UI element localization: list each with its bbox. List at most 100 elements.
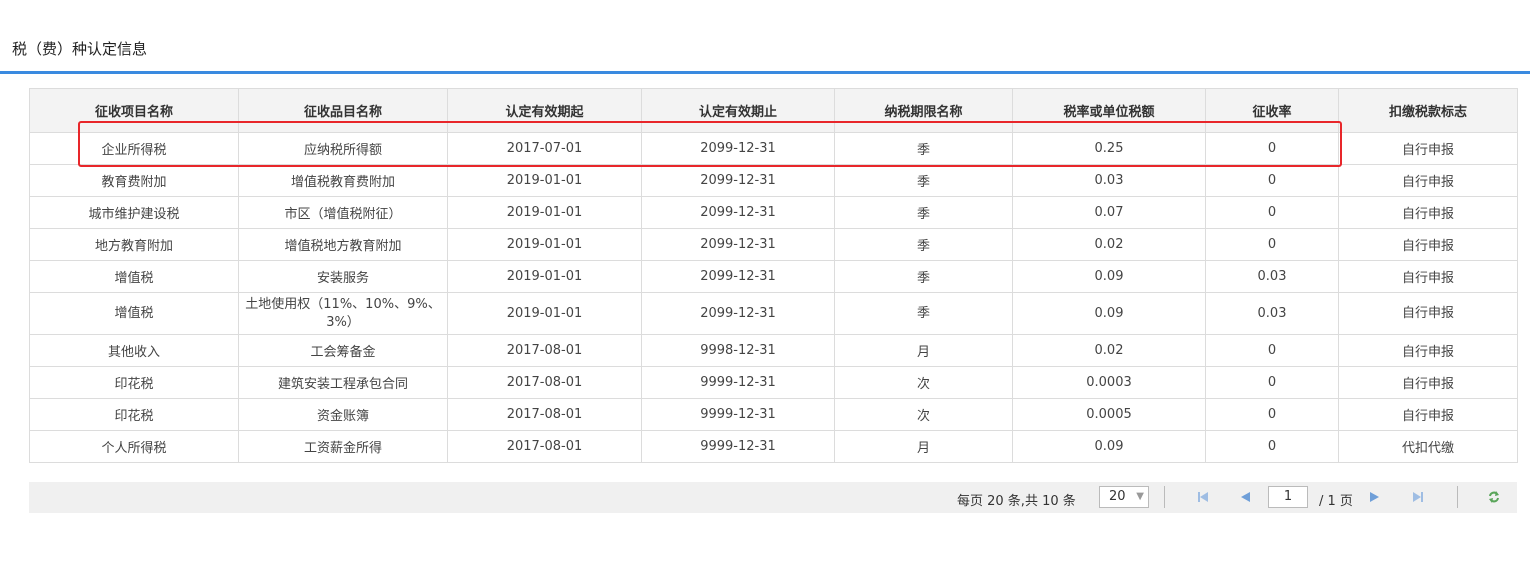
page-size-select[interactable]: 20 ▼ bbox=[1099, 486, 1149, 508]
table-cell: 2099-12-31 bbox=[641, 228, 835, 261]
column-header[interactable]: 认定有效期起 bbox=[447, 88, 642, 133]
table-cell: 次 bbox=[834, 398, 1013, 431]
column-header[interactable]: 扣缴税款标志 bbox=[1338, 88, 1518, 133]
prev-page-icon[interactable] bbox=[1237, 488, 1253, 506]
table-cell: 工资薪金所得 bbox=[238, 430, 448, 463]
table-cell: 季 bbox=[834, 196, 1013, 229]
column-header[interactable]: 征收项目名称 bbox=[29, 88, 239, 133]
total-pages: / 1 页 bbox=[1319, 494, 1353, 509]
table-cell: 教育费附加 bbox=[29, 164, 239, 197]
table-cell: 自行申报 bbox=[1338, 292, 1518, 335]
table-cell: 0 bbox=[1205, 334, 1339, 367]
table-cell: 个人所得税 bbox=[29, 430, 239, 463]
table-row[interactable]: 印花税 资金账簿 2017-08-01 9999-12-31 次 0.0005 … bbox=[29, 398, 1518, 431]
table-cell: 自行申报 bbox=[1338, 132, 1518, 165]
column-header[interactable]: 认定有效期止 bbox=[641, 88, 835, 133]
table-cell: 0 bbox=[1205, 228, 1339, 261]
pagination-bar: 每页 20 条,共 10 条 20 ▼ 1 / 1 页 bbox=[29, 482, 1517, 513]
table-cell: 增值税 bbox=[29, 260, 239, 293]
table-cell: 0.07 bbox=[1012, 196, 1206, 229]
table-cell: 企业所得税 bbox=[29, 132, 239, 165]
table-cell: 印花税 bbox=[29, 366, 239, 399]
table-cell: 2099-12-31 bbox=[641, 164, 835, 197]
table-row[interactable]: 城市维护建设税 市区（增值税附征） 2019-01-01 2099-12-31 … bbox=[29, 196, 1518, 229]
next-page-icon[interactable] bbox=[1367, 488, 1383, 506]
table-row[interactable]: 其他收入 工会筹备金 2017-08-01 9998-12-31 月 0.02 … bbox=[29, 334, 1518, 367]
column-header[interactable]: 征收品目名称 bbox=[238, 88, 448, 133]
table-cell: 自行申报 bbox=[1338, 164, 1518, 197]
table-row[interactable]: 印花税 建筑安装工程承包合同 2017-08-01 9999-12-31 次 0… bbox=[29, 366, 1518, 399]
chevron-down-icon: ▼ bbox=[1136, 491, 1144, 502]
table-cell: 城市维护建设税 bbox=[29, 196, 239, 229]
table-cell: 0.03 bbox=[1205, 260, 1339, 293]
table-cell: 0.03 bbox=[1205, 292, 1339, 335]
section-title: 税（费）种认定信息 bbox=[12, 40, 148, 58]
table-cell: 0.09 bbox=[1012, 260, 1206, 293]
table-cell: 2019-01-01 bbox=[447, 292, 642, 335]
table-cell: 0.03 bbox=[1012, 164, 1206, 197]
pagination-info: 每页 20 条,共 10 条 bbox=[957, 494, 1076, 509]
table-cell: 2019-01-01 bbox=[447, 228, 642, 261]
table-cell: 2019-01-01 bbox=[447, 196, 642, 229]
table-cell: 建筑安装工程承包合同 bbox=[238, 366, 448, 399]
table-cell: 月 bbox=[834, 334, 1013, 367]
table-cell: 0 bbox=[1205, 430, 1339, 463]
column-header[interactable]: 纳税期限名称 bbox=[834, 88, 1013, 133]
table-row[interactable]: 个人所得税 工资薪金所得 2017-08-01 9999-12-31 月 0.0… bbox=[29, 430, 1518, 463]
table-cell: 2099-12-31 bbox=[641, 292, 835, 335]
table-cell: 0.0003 bbox=[1012, 366, 1206, 399]
column-header[interactable]: 征收率 bbox=[1205, 88, 1339, 133]
table-cell: 工会筹备金 bbox=[238, 334, 448, 367]
table-cell: 0 bbox=[1205, 366, 1339, 399]
table-cell: 自行申报 bbox=[1338, 398, 1518, 431]
refresh-icon[interactable] bbox=[1486, 488, 1502, 506]
table-cell: 0 bbox=[1205, 196, 1339, 229]
table-cell: 2099-12-31 bbox=[641, 260, 835, 293]
table-cell: 土地使用权（11%、10%、9%、3%） bbox=[238, 292, 448, 335]
table-cell: 增值税地方教育附加 bbox=[238, 228, 448, 261]
table-cell: 9998-12-31 bbox=[641, 334, 835, 367]
table-row[interactable]: 地方教育附加 增值税地方教育附加 2019-01-01 2099-12-31 季… bbox=[29, 228, 1518, 261]
first-page-icon[interactable] bbox=[1195, 488, 1211, 506]
table-cell: 季 bbox=[834, 164, 1013, 197]
table-cell: 2099-12-31 bbox=[641, 196, 835, 229]
table-row[interactable]: 教育费附加 增值税教育费附加 2019-01-01 2099-12-31 季 0… bbox=[29, 164, 1518, 197]
table-cell: 地方教育附加 bbox=[29, 228, 239, 261]
section-header: 税（费）种认定信息 bbox=[0, 0, 1530, 74]
table-cell: 0.09 bbox=[1012, 292, 1206, 335]
table-cell: 应纳税所得额 bbox=[238, 132, 448, 165]
table-cell: 季 bbox=[834, 132, 1013, 165]
table-cell: 9999-12-31 bbox=[641, 398, 835, 431]
tax-type-table: 征收项目名称 征收品目名称 认定有效期起 认定有效期止 纳税期限名称 税率或单位… bbox=[29, 88, 1518, 463]
pagination-divider bbox=[1457, 486, 1458, 508]
table-cell: 季 bbox=[834, 292, 1013, 335]
table-cell: 9999-12-31 bbox=[641, 366, 835, 399]
table-cell: 月 bbox=[834, 430, 1013, 463]
page-size-value: 20 bbox=[1109, 489, 1126, 504]
table-cell: 市区（增值税附征） bbox=[238, 196, 448, 229]
table-cell: 2017-07-01 bbox=[447, 132, 642, 165]
table-header-row: 征收项目名称 征收品目名称 认定有效期起 认定有效期止 纳税期限名称 税率或单位… bbox=[29, 88, 1518, 133]
table-cell: 增值税 bbox=[29, 292, 239, 335]
table-cell: 其他收入 bbox=[29, 334, 239, 367]
table-cell: 增值税教育费附加 bbox=[238, 164, 448, 197]
table-cell: 2017-08-01 bbox=[447, 334, 642, 367]
table-cell: 0.09 bbox=[1012, 430, 1206, 463]
table-cell: 季 bbox=[834, 228, 1013, 261]
last-page-icon[interactable] bbox=[1410, 488, 1426, 506]
table-cell: 2019-01-01 bbox=[447, 260, 642, 293]
table-cell: 季 bbox=[834, 260, 1013, 293]
table-cell: 2017-08-01 bbox=[447, 430, 642, 463]
table-cell: 自行申报 bbox=[1338, 196, 1518, 229]
table-cell: 安装服务 bbox=[238, 260, 448, 293]
table-row[interactable]: 企业所得税 应纳税所得额 2017-07-01 2099-12-31 季 0.2… bbox=[29, 132, 1518, 165]
table-cell: 9999-12-31 bbox=[641, 430, 835, 463]
table-row[interactable]: 增值税 安装服务 2019-01-01 2099-12-31 季 0.09 0.… bbox=[29, 260, 1518, 293]
table-cell: 自行申报 bbox=[1338, 334, 1518, 367]
table-cell: 自行申报 bbox=[1338, 260, 1518, 293]
page-number-input[interactable]: 1 bbox=[1268, 486, 1308, 508]
table-cell: 2019-01-01 bbox=[447, 164, 642, 197]
column-header[interactable]: 税率或单位税额 bbox=[1012, 88, 1206, 133]
table-row[interactable]: 增值税 土地使用权（11%、10%、9%、3%） 2019-01-01 2099… bbox=[29, 292, 1518, 335]
table-cell: 代扣代缴 bbox=[1338, 430, 1518, 463]
